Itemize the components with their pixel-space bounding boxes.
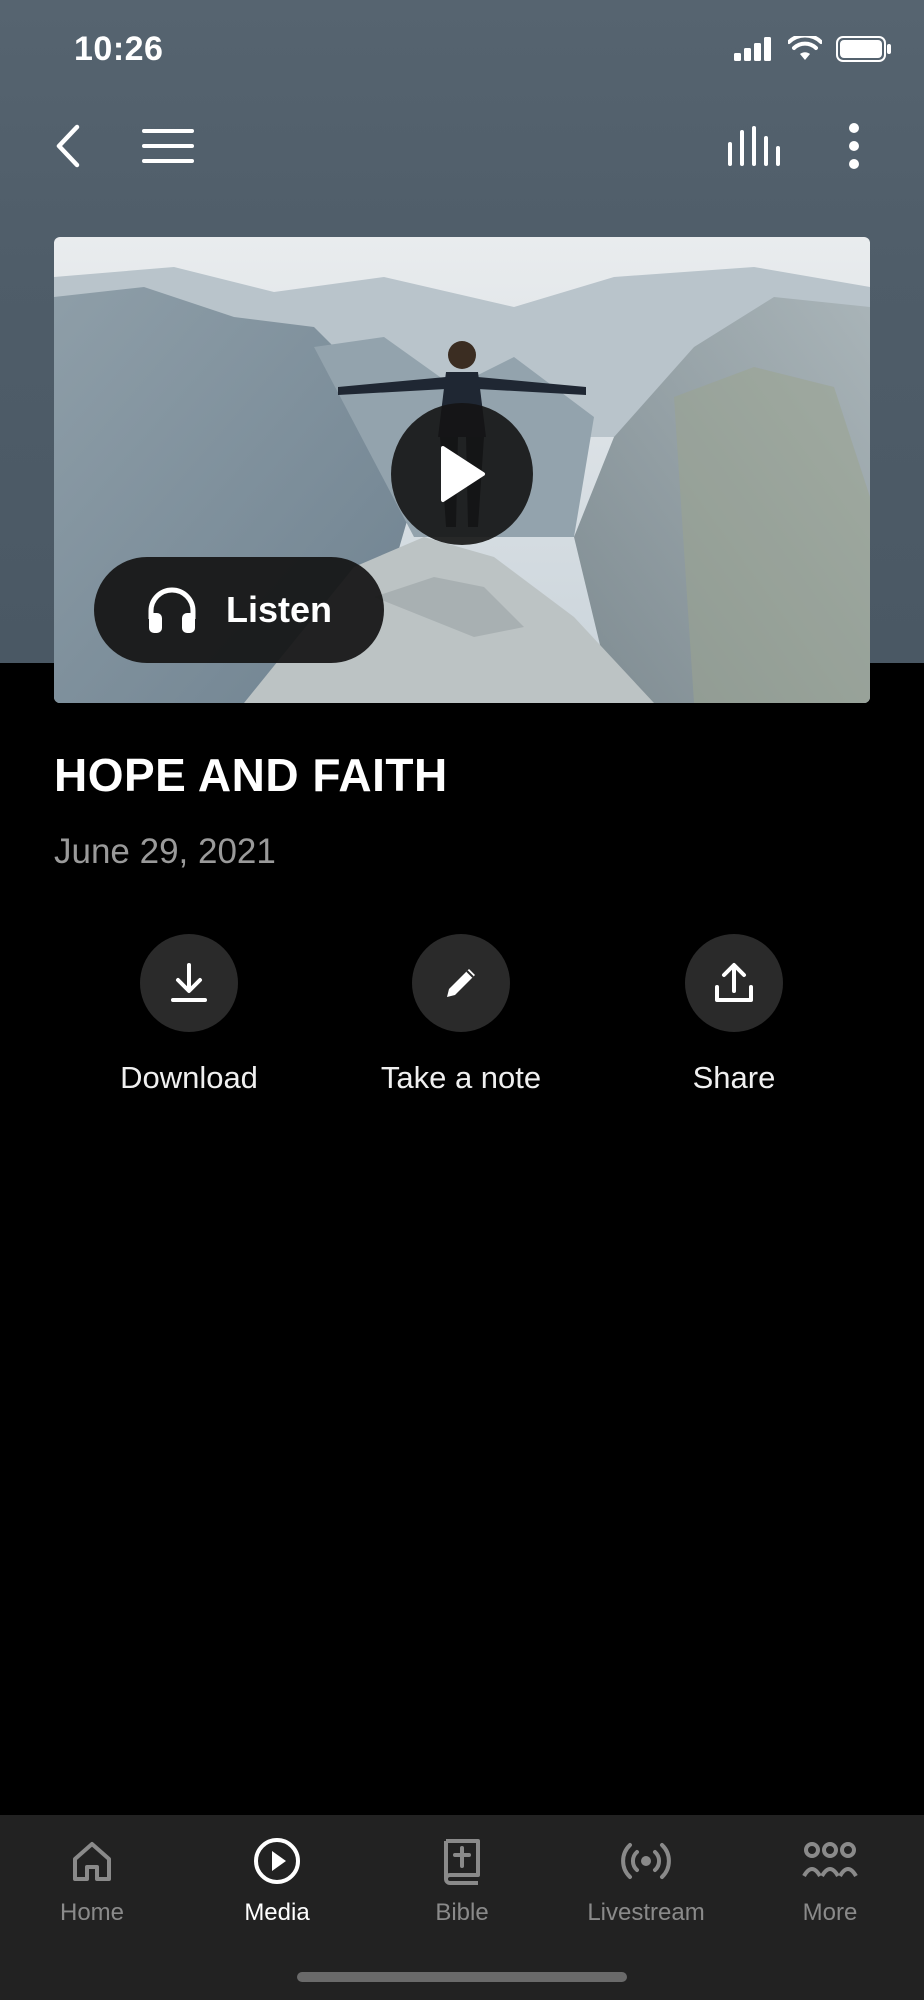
broadcast-icon: [621, 1843, 671, 1879]
listen-label: Listen: [226, 589, 333, 630]
take-note-label: Take a note: [380, 1060, 542, 1095]
audio-bars-icon: [728, 126, 780, 166]
page-title: HOPE AND FAITH: [54, 749, 448, 801]
back-button[interactable]: [32, 110, 104, 182]
play-button[interactable]: [391, 403, 533, 545]
home-icon: [73, 1842, 111, 1881]
top-nav: [0, 110, 924, 190]
hamburger-icon: [142, 129, 194, 163]
tab-bible[interactable]: Bible: [370, 1833, 554, 1927]
chevron-left-icon: [56, 124, 80, 168]
battery-icon: [836, 36, 891, 62]
headphones-icon: [148, 587, 196, 633]
audio-player-button[interactable]: [718, 110, 790, 182]
action-row: Download Take a note Share: [0, 934, 924, 1096]
tab-label-more: More: [802, 1899, 858, 1926]
status-icons: [734, 36, 892, 62]
download-circle: [140, 934, 238, 1032]
share-button[interactable]: Share: [614, 934, 854, 1096]
take-note-circle: [412, 934, 510, 1032]
status-time: 10:26: [74, 30, 164, 68]
bible-icon: [444, 1839, 480, 1885]
tab-label-media: Media: [244, 1899, 310, 1926]
status-bar: 10:26: [0, 0, 924, 100]
pencil-icon: [447, 969, 475, 997]
more-options-button[interactable]: [818, 110, 890, 182]
tab-livestream[interactable]: Livestream: [554, 1833, 738, 1927]
play-icon: [441, 446, 485, 502]
download-button[interactable]: Download: [69, 934, 309, 1096]
share-icon: [715, 963, 753, 1002]
share-circle: [685, 934, 783, 1032]
vertical-dots-icon: [849, 123, 859, 169]
tab-label-home: Home: [59, 1899, 125, 1926]
group-icon: [802, 1842, 858, 1878]
play-circle-icon: [254, 1838, 300, 1884]
tab-media[interactable]: Media: [185, 1833, 369, 1927]
tab-label-livestream: Livestream: [587, 1899, 705, 1926]
sermon-date: June 29, 2021: [54, 832, 276, 871]
share-label: Share: [692, 1060, 776, 1095]
download-label: Download: [120, 1060, 258, 1095]
signal-icon: [734, 37, 771, 61]
tab-home[interactable]: Home: [0, 1833, 184, 1927]
tab-label-bible: Bible: [435, 1899, 489, 1926]
media-thumbnail[interactable]: Listen: [54, 237, 870, 703]
tab-more[interactable]: More: [738, 1833, 922, 1927]
menu-button[interactable]: [132, 110, 204, 182]
download-icon: [171, 963, 207, 1002]
home-indicator[interactable]: [297, 1972, 627, 1982]
wifi-icon: [788, 36, 822, 60]
listen-button[interactable]: Listen: [94, 557, 384, 663]
take-note-button[interactable]: Take a note: [341, 934, 581, 1096]
